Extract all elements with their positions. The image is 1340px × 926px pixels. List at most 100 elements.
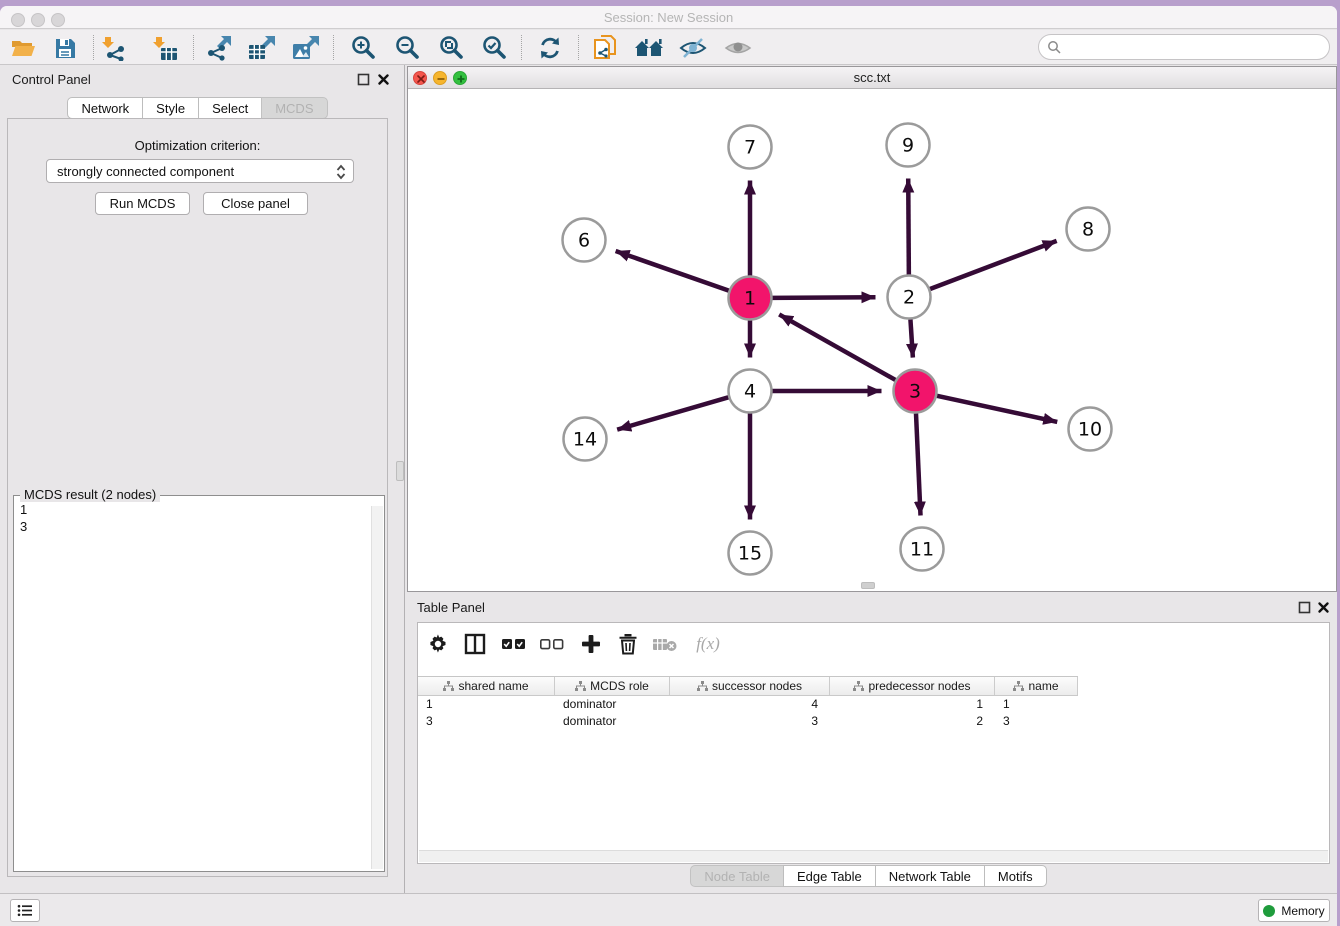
node-4[interactable]: 4 [729, 370, 772, 413]
edge-1-6[interactable] [616, 251, 729, 291]
network-view-window: scc.txt 7 9 6 8 1 2 4 3 14 10 15 11 [407, 66, 1337, 592]
mcds-result-box: MCDS result (2 nodes) 13 [13, 495, 385, 872]
control-panel-float-icon[interactable] [357, 73, 370, 86]
edge-2-8[interactable] [930, 241, 1057, 289]
optimization-criterion-select[interactable]: strongly connected component [46, 159, 354, 183]
select-all-checkboxes-icon[interactable] [497, 629, 531, 659]
mcds-result-line: 3 [20, 518, 370, 535]
close-panel-button[interactable]: Close panel [203, 192, 308, 215]
search-field[interactable] [1038, 34, 1330, 60]
toolbar-separator [578, 35, 579, 60]
node-2[interactable]: 2 [888, 276, 931, 319]
node-14[interactable]: 14 [564, 418, 607, 461]
column-header-MCDS-role[interactable]: MCDS role [555, 677, 670, 695]
hide-selected-icon[interactable] [675, 33, 711, 63]
node-11[interactable]: 11 [901, 528, 944, 571]
node-10[interactable]: 10 [1069, 408, 1112, 451]
column-header-shared-name[interactable]: shared name [418, 677, 555, 695]
import-network-icon[interactable] [96, 33, 132, 63]
show-all-icon[interactable] [720, 33, 756, 63]
mcds-result-line: 1 [20, 501, 370, 518]
table-panel-close-icon[interactable] [1317, 601, 1330, 614]
node-9[interactable]: 9 [887, 124, 930, 167]
new-network-from-selection-icon[interactable] [587, 33, 623, 63]
table-cell: dominator [555, 696, 670, 713]
toolbar-separator [193, 35, 194, 60]
node-15[interactable]: 15 [729, 532, 772, 575]
select-stepper-icon [335, 162, 347, 185]
zoom-in-icon[interactable] [345, 33, 381, 63]
tab-style[interactable]: Style [142, 97, 199, 119]
node-label: 8 [1082, 219, 1094, 241]
delete-table-icon[interactable] [648, 629, 682, 659]
table-panel-title: Table Panel [417, 600, 485, 615]
edge-3-10[interactable] [937, 396, 1057, 422]
memory-button-label: Memory [1281, 904, 1324, 918]
refresh-layout-icon[interactable] [532, 33, 568, 63]
zoom-out-icon[interactable] [389, 33, 425, 63]
node-label: 14 [573, 429, 597, 451]
run-mcds-button[interactable]: Run MCDS [95, 192, 190, 215]
tab-network-table[interactable]: Network Table [875, 865, 985, 887]
column-header-successor-nodes[interactable]: successor nodes [670, 677, 830, 695]
status-bar: Memory [0, 893, 1337, 926]
tab-node-table[interactable]: Node Table [690, 865, 784, 887]
splitter-grip[interactable] [396, 461, 404, 481]
first-neighbors-icon[interactable] [631, 33, 667, 63]
panel-splitter[interactable] [404, 65, 405, 893]
apply-function-icon[interactable]: f(x) [686, 629, 730, 659]
node-3[interactable]: 3 [894, 370, 937, 413]
export-network-icon[interactable] [201, 33, 237, 63]
table-cell: 2 [830, 713, 995, 730]
tab-select[interactable]: Select [198, 97, 262, 119]
fx-label: f(x) [696, 634, 720, 654]
table-panel-float-icon[interactable] [1298, 601, 1311, 614]
table-options-icon[interactable] [421, 629, 455, 659]
result-scrollbar[interactable] [371, 506, 383, 869]
tab-mcds[interactable]: MCDS [261, 97, 327, 119]
zoom-fit-icon[interactable] [433, 33, 469, 63]
memory-button[interactable]: Memory [1258, 899, 1330, 922]
edge-1-2[interactable] [772, 297, 875, 298]
node-6[interactable]: 6 [563, 219, 606, 262]
edge-3-11[interactable] [916, 413, 921, 515]
table-toolbar: f(x) [418, 623, 1329, 665]
node-1[interactable]: 1 [729, 277, 772, 320]
memory-status-icon [1263, 905, 1275, 917]
node-label: 6 [578, 230, 590, 252]
delete-columns-icon[interactable] [611, 629, 645, 659]
toggle-panel-mode-icon[interactable] [458, 629, 492, 659]
node-8[interactable]: 8 [1067, 208, 1110, 251]
node-label: 3 [909, 381, 921, 403]
network-window-title: scc.txt [408, 70, 1336, 85]
table-hscrollbar[interactable] [419, 850, 1328, 862]
table-cell: 4 [670, 696, 830, 713]
network-bottom-grip[interactable] [861, 582, 875, 589]
tab-edge-table[interactable]: Edge Table [783, 865, 876, 887]
network-canvas[interactable]: 7 9 6 8 1 2 4 3 14 10 15 11 [408, 89, 1336, 592]
edge-2-3[interactable] [910, 319, 912, 357]
table-row[interactable]: 1dominator411 [418, 696, 1329, 713]
export-image-icon[interactable] [288, 33, 324, 63]
zoom-selected-icon[interactable] [476, 33, 512, 63]
os-titlebar: Session: New Session [0, 6, 1337, 29]
tab-motifs[interactable]: Motifs [984, 865, 1047, 887]
table-row[interactable]: 3dominator323 [418, 713, 1329, 730]
search-input[interactable] [1066, 40, 1329, 55]
open-session-icon[interactable] [5, 33, 41, 63]
add-column-icon[interactable] [574, 629, 608, 659]
task-history-button[interactable] [10, 899, 40, 922]
export-table-icon[interactable] [244, 33, 280, 63]
control-panel-close-icon[interactable] [377, 73, 390, 86]
deselect-all-checkboxes-icon[interactable] [535, 629, 569, 659]
import-table-icon[interactable] [147, 33, 183, 63]
column-header-name[interactable]: name [995, 677, 1078, 695]
window-title: Session: New Session [0, 10, 1337, 25]
edge-3-1[interactable] [779, 314, 895, 380]
node-7[interactable]: 7 [729, 126, 772, 169]
column-header-predecessor-nodes[interactable]: predecessor nodes [830, 677, 995, 695]
edge-2-9[interactable] [908, 178, 909, 274]
save-session-icon[interactable] [47, 33, 83, 63]
edge-4-14[interactable] [617, 397, 728, 429]
tab-network[interactable]: Network [67, 97, 143, 119]
